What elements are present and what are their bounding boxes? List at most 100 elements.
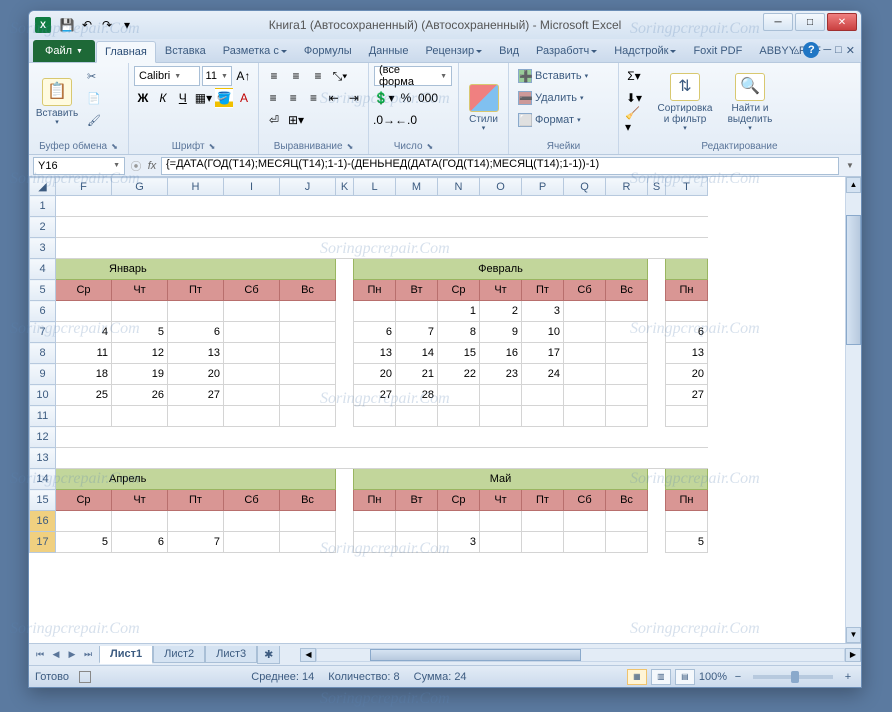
percent-button[interactable]: % [396,88,416,108]
ribbon-tabs: Файл▼ Главная Вставка Разметка с Формулы… [29,39,861,63]
tab-foxit[interactable]: Foxit PDF [685,40,750,62]
font-color-button[interactable]: A [235,88,253,108]
qat-undo-button[interactable]: ↶ [77,15,97,35]
view-page-break-button[interactable]: ▤ [675,669,695,685]
zoom-thumb[interactable] [791,671,799,683]
tab-page-layout[interactable]: Разметка с [215,40,295,62]
find-select-button[interactable]: 🔍Найти и выделить▾ [720,66,780,139]
comma-button[interactable]: 000 [418,88,438,108]
bold-button[interactable]: Ж [134,88,152,108]
excel-icon: X [35,17,51,33]
scroll-up-button[interactable]: ▲ [846,177,861,193]
increase-font-button[interactable]: A↑ [234,66,253,86]
scroll-down-button[interactable]: ▼ [846,627,861,643]
tab-insert[interactable]: Вставка [157,40,214,62]
insert-cells-button[interactable]: ➕Вставить▾ [514,66,613,86]
file-tab[interactable]: Файл▼ [33,40,95,62]
paste-button[interactable]: 📋Вставить▾ [34,66,80,139]
window-title: Книга1 (Автосохраненный) (Автосохраненны… [269,18,622,32]
select-all-corner[interactable]: ◢ [30,178,56,196]
zoom-in-button[interactable]: + [841,671,855,683]
wrap-text-button[interactable]: ⏎ [264,110,284,130]
borders-button[interactable]: ▦▾ [194,88,213,108]
tab-formulas[interactable]: Формулы [296,40,360,62]
column-headers[interactable]: ◢ FGHIJ K LMNOPQR S T [30,178,708,196]
qat-redo-button[interactable]: ↷ [97,15,117,35]
status-count: Количество: 8 [328,671,399,683]
vscroll-thumb[interactable] [846,215,861,345]
format-painter-button[interactable]: 🖌 [83,110,105,130]
currency-button[interactable]: 💲▾ [374,88,394,108]
view-normal-button[interactable]: ▦ [627,669,647,685]
name-box[interactable]: Y16▼ [33,157,125,175]
fill-button[interactable]: ⬇▾ [624,88,644,108]
sheet-nav-last[interactable]: ⏭ [81,649,95,660]
cut-button[interactable]: ✂ [83,66,105,86]
doc-close-icon[interactable]: ✕ [846,44,855,57]
macro-record-icon[interactable] [79,671,91,683]
orientation-button[interactable]: ⤡▾ [330,66,350,86]
fx-icon[interactable]: fx [143,160,161,172]
spreadsheet-grid[interactable]: ◢ FGHIJ K LMNOPQR S T 1 2 3 4 Январь Фев… [29,177,861,643]
format-cells-button[interactable]: ⬜Формат▾ [514,110,613,130]
scroll-left-button[interactable]: ◀ [300,648,316,662]
tab-developer[interactable]: Разработч [528,40,605,62]
increase-indent-button[interactable]: ⇥ [345,88,363,108]
formula-bar: Y16▼ ⦿ fx {=ДАТА(ГОД(T14);МЕСЯЦ(T14);1-1… [29,155,861,177]
ribbon-minimize-icon[interactable]: ▵ [794,44,800,57]
tab-review[interactable]: Рецензир [417,40,490,62]
formula-expand-button[interactable]: ▼ [843,161,857,170]
align-top-button[interactable]: ≡ [264,66,284,86]
copy-button[interactable]: 📄 [83,88,105,108]
underline-button[interactable]: Ч [174,88,192,108]
sort-filter-button[interactable]: ⇅Сортировка и фильтр▾ [653,66,717,139]
tab-home[interactable]: Главная [96,41,156,63]
number-format-combo[interactable]: (все форма▼ [374,66,452,86]
align-center-button[interactable]: ≡ [284,88,302,108]
sheet-nav-next[interactable]: ▶ [65,649,79,660]
decrease-indent-button[interactable]: ⇤ [325,88,343,108]
formula-input[interactable]: {=ДАТА(ГОД(T14);МЕСЯЦ(T14);1-1)-(ДЕНЬНЕД… [161,157,839,175]
qat-customize-button[interactable]: ▾ [117,15,137,35]
maximize-button[interactable]: □ [795,13,825,31]
clear-button[interactable]: 🧹▾ [624,110,644,130]
decrease-decimal-button[interactable]: ←.0 [396,110,416,130]
italic-button[interactable]: К [154,88,172,108]
tab-view[interactable]: Вид [491,40,527,62]
styles-button[interactable]: Стили▾ [464,66,503,150]
doc-restore-icon[interactable]: □ [835,44,842,56]
zoom-level[interactable]: 100% [699,671,727,683]
scroll-right-button[interactable]: ▶ [845,648,861,662]
tab-data[interactable]: Данные [361,40,417,62]
sheet-nav-first[interactable]: ⏮ [33,649,47,660]
increase-decimal-button[interactable]: .0→ [374,110,394,130]
doc-minimize-icon[interactable]: ─ [823,44,831,56]
align-middle-button[interactable]: ≡ [286,66,306,86]
autosum-button[interactable]: Σ▾ [624,66,644,86]
view-page-layout-button[interactable]: ▥ [651,669,671,685]
sheet-tab-1[interactable]: Лист1 [99,646,153,664]
titlebar: X 💾 ↶ ↷ ▾ Книга1 (Автосохраненный) (Авто… [29,11,861,39]
font-size-combo[interactable]: 11▼ [202,66,232,86]
close-button[interactable]: ✕ [827,13,857,31]
sheet-nav-prev[interactable]: ◀ [49,649,63,660]
sheet-tab-3[interactable]: Лист3 [205,646,257,663]
help-icon[interactable]: ? [803,42,819,58]
horizontal-scrollbar[interactable] [316,648,845,662]
minimize-button[interactable]: ─ [763,13,793,31]
zoom-out-button[interactable]: − [731,671,745,683]
new-sheet-button[interactable]: ✱ [257,646,280,664]
vertical-scrollbar[interactable]: ▲ ▼ [845,177,861,643]
merge-button[interactable]: ⊞▾ [286,110,306,130]
align-bottom-button[interactable]: ≡ [308,66,328,86]
fill-color-button[interactable]: 🪣 [215,88,233,108]
tab-addins[interactable]: Надстройк [606,40,684,62]
font-name-combo[interactable]: Calibri▼ [134,66,200,86]
sheet-tab-2[interactable]: Лист2 [153,646,205,663]
zoom-slider[interactable] [753,675,833,679]
hscroll-thumb[interactable] [370,649,581,661]
qat-save-button[interactable]: 💾 [57,15,77,35]
delete-cells-button[interactable]: ➖Удалить▾ [514,88,613,108]
align-left-button[interactable]: ≡ [264,88,282,108]
align-right-button[interactable]: ≡ [304,88,322,108]
